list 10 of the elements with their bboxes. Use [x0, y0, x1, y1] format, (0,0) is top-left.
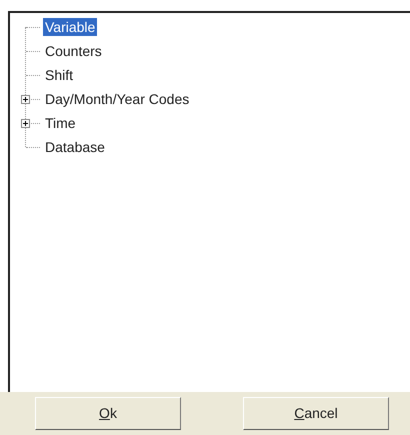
- dialog-button[interactable]: Ok: [35, 397, 181, 430]
- tree-item[interactable]: Counters: [43, 42, 104, 60]
- tree-item[interactable]: Shift: [43, 66, 76, 84]
- expand-icon[interactable]: [21, 95, 30, 104]
- dialog-button[interactable]: Cancel: [243, 397, 389, 430]
- tree-item[interactable]: Variable: [43, 18, 98, 36]
- tree-item[interactable]: Database: [43, 138, 107, 156]
- expand-icon[interactable]: [21, 119, 30, 128]
- tree-item[interactable]: Day/Month/Year Codes: [43, 90, 192, 108]
- tree-item[interactable]: Time: [43, 114, 78, 132]
